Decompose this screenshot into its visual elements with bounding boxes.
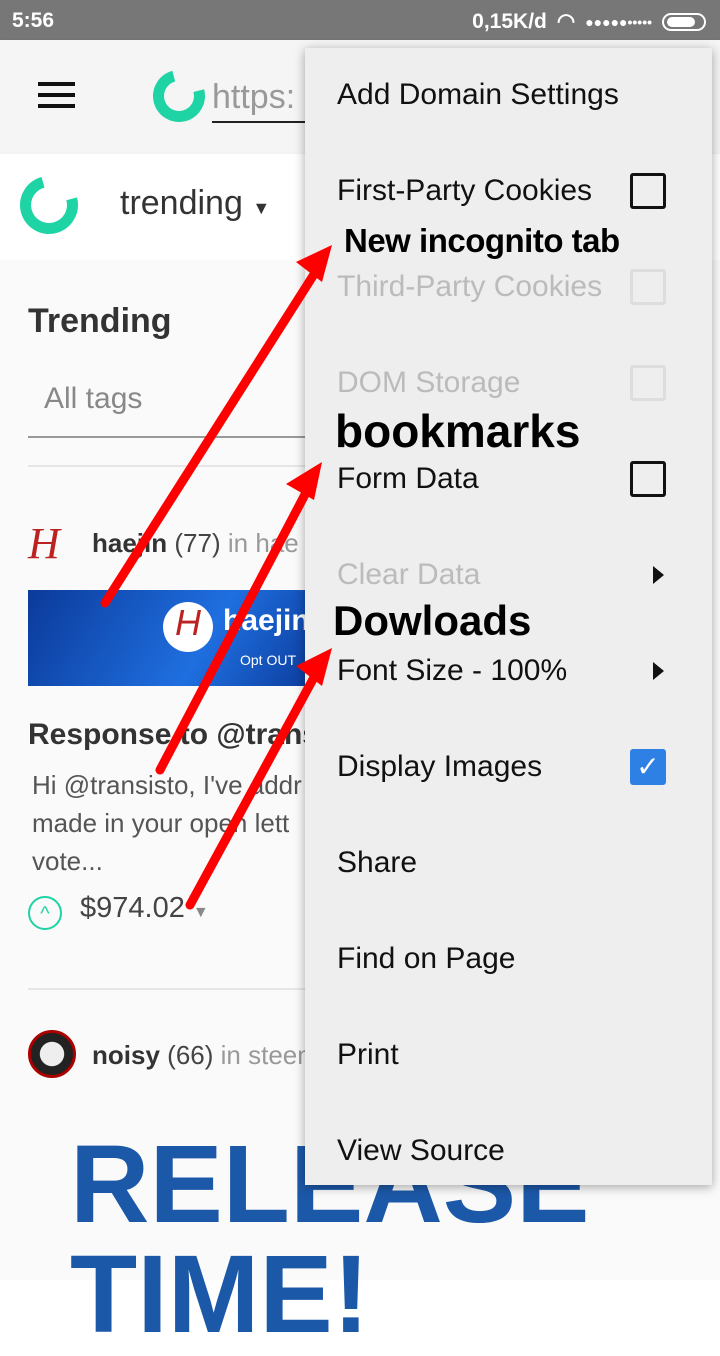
payout[interactable]: $974.02 ▼	[80, 892, 209, 925]
site-logo-icon[interactable]	[9, 165, 89, 245]
status-bar: 5:56 0,15K/d ◠ ●●●●●•••••	[0, 0, 720, 40]
menu-icon[interactable]	[38, 82, 75, 108]
post-author[interactable]: noisy (66) in steem	[92, 1040, 319, 1071]
page-title: Trending	[28, 302, 172, 340]
menu-item-add-domain-settings[interactable]: Add Domain Settings	[337, 78, 619, 112]
display-images-checkbox[interactable]: ✓	[630, 749, 666, 785]
post-image[interactable]: H haejin Opt OUT	[28, 590, 318, 686]
menu-item-font-size[interactable]: Font Size - 100%	[337, 654, 567, 688]
annotation-label: bookmarks	[335, 405, 581, 457]
dom-storage-checkbox	[630, 365, 666, 401]
clock: 5:56	[12, 9, 55, 32]
annotation-label: Dowloads	[333, 597, 532, 644]
menu-item-display-images[interactable]: Display Images	[337, 750, 542, 784]
annotation-label: New incognito tab	[344, 222, 620, 259]
menu-item-share[interactable]: Share	[337, 846, 417, 880]
submenu-arrow-icon	[653, 566, 664, 584]
menu-item-view-source[interactable]: View Source	[337, 1134, 505, 1168]
haejin-avatar[interactable]: H	[28, 518, 60, 569]
wifi-icon: ◠	[556, 10, 576, 33]
divider	[28, 988, 328, 990]
first-party-cookies-checkbox[interactable]	[630, 173, 666, 209]
noisy-avatar[interactable]	[28, 1030, 76, 1078]
signal-icon: ●●●●●•••••	[585, 13, 652, 30]
url-field[interactable]: https:	[212, 78, 312, 123]
post-author[interactable]: haejin (77) in hae	[92, 528, 299, 559]
menu-item-first-party-cookies[interactable]: First-Party Cookies	[337, 174, 592, 208]
menu-item-find-on-page[interactable]: Find on Page	[337, 942, 515, 976]
menu-item-print[interactable]: Print	[337, 1038, 399, 1072]
network-speed: 0,15K/d	[472, 9, 547, 33]
tags-select[interactable]: All tags	[28, 370, 328, 438]
menu-item-form-data[interactable]: Form Data	[337, 462, 479, 496]
steemit-logo-icon	[143, 60, 215, 132]
menu-item-dom-storage: DOM Storage	[337, 366, 521, 399]
menu-item-clear-data: Clear Data	[337, 558, 481, 591]
menu-item-third-party-cookies: Third-Party Cookies	[337, 270, 603, 303]
caret-down-icon: ▼	[192, 904, 209, 921]
battery-icon	[662, 12, 706, 31]
post-excerpt: Hi @transisto, I've addr made in your ope…	[32, 770, 302, 876]
third-party-cookies-checkbox	[630, 269, 666, 305]
caret-down-icon: ▼	[252, 198, 271, 218]
feed-selector[interactable]: trending ▼	[120, 184, 270, 223]
divider	[28, 465, 328, 467]
feed-label: trending	[120, 184, 243, 222]
form-data-checkbox[interactable]	[630, 461, 666, 497]
submenu-arrow-icon	[653, 662, 664, 680]
upvote-icon[interactable]: ^	[28, 896, 62, 930]
